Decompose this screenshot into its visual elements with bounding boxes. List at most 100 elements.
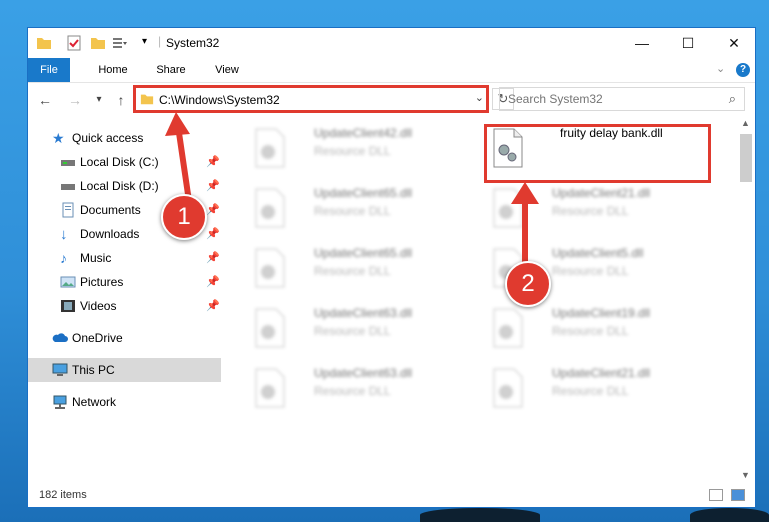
file-name: UpdateClient21.dll (552, 186, 651, 200)
title-separator: | (158, 34, 162, 48)
file-name: UpdateClient19.dll (552, 306, 651, 320)
sidebar-item-label: Downloads (80, 227, 140, 241)
sidebar-item-label: Pictures (80, 275, 124, 289)
address-path: C:\Windows\System32 (159, 93, 280, 107)
folder-icon (37, 38, 51, 49)
background-palm (690, 508, 769, 522)
music-icon: ♪ (60, 250, 67, 266)
file-name: UpdateClient65.dll (314, 246, 413, 260)
dll-file-icon (493, 128, 523, 168)
dll-file-icon (493, 368, 523, 408)
sidebar-item-onedrive[interactable]: OneDrive (28, 326, 221, 350)
file-type: Resource DLL (552, 324, 629, 338)
window-title: System32 (166, 36, 220, 50)
recent-locations-chevron-icon[interactable]: ▾ (90, 91, 108, 109)
file-name: UpdateClient63.dll (314, 366, 413, 380)
tab-share[interactable]: Share (148, 58, 194, 82)
background-palm (420, 508, 540, 522)
forward-arrow-icon[interactable]: → (66, 91, 84, 109)
explorer-window: ▾ | System32 — ☐ ✕ File Home Share View … (27, 27, 756, 508)
list-item[interactable]: UpdateClient65.dll Resource DLL (242, 244, 472, 296)
file-type: Resource DLL (314, 324, 391, 338)
search-input[interactable] (508, 92, 708, 106)
scroll-down-icon[interactable]: ▼ (741, 470, 750, 480)
file-name: UpdateClient21.dll (552, 366, 651, 380)
file-name: UpdateClient5.dll (552, 246, 644, 260)
address-bar[interactable]: C:\Windows\System32 ⌄ (135, 87, 489, 111)
sidebar-item-label: This PC (72, 363, 115, 377)
address-dropdown-icon[interactable]: ⌄ (475, 91, 484, 104)
sidebar-item-label: Local Disk (C:) (80, 155, 159, 169)
properties-icon[interactable] (66, 35, 82, 51)
sidebar-item-network[interactable]: Network (28, 390, 221, 414)
drive-icon (61, 184, 75, 190)
sidebar-item-label: Quick access (72, 131, 144, 145)
vertical-scrollbar[interactable]: ▲ ▼ (737, 118, 755, 484)
file-name: UpdateClient65.dll (314, 186, 413, 200)
sidebar-item-label: OneDrive (72, 331, 123, 345)
customize-toolbar-icon[interactable] (112, 35, 128, 51)
close-button[interactable]: ✕ (711, 28, 757, 58)
sidebar-item-label: Videos (80, 299, 117, 313)
dll-file-icon (255, 308, 285, 348)
file-name: fruity delay bank.dll (560, 126, 663, 140)
list-item[interactable]: UpdateClient63.dll Resource DLL (242, 304, 472, 356)
scrollbar-thumb[interactable] (740, 134, 752, 182)
sidebar-item-music[interactable]: ♪ Music 📌 (28, 246, 221, 270)
dll-file-icon (255, 188, 285, 228)
file-type: Resource DLL (552, 204, 629, 218)
cloud-icon (52, 333, 68, 342)
back-arrow-icon[interactable]: ← (36, 91, 54, 109)
file-name: UpdateClient42.dll (314, 126, 413, 140)
maximize-button[interactable]: ☐ (665, 28, 711, 58)
search-icon: ⌕ (728, 91, 736, 106)
tab-home[interactable]: Home (90, 58, 136, 82)
download-icon: ↓ (60, 226, 68, 243)
expand-ribbon-icon[interactable]: ⌄ (716, 62, 725, 75)
dll-file-icon (255, 368, 285, 408)
details-view-icon[interactable] (709, 489, 723, 501)
documents-icon (62, 202, 74, 218)
dll-file-icon (493, 308, 523, 348)
tab-file[interactable]: File (28, 58, 70, 82)
file-type: Resource DLL (314, 204, 391, 218)
list-item[interactable]: UpdateClient42.dll Resource DLL (242, 124, 472, 176)
file-name: UpdateClient63.dll (314, 306, 413, 320)
list-item[interactable]: UpdateClient65.dll Resource DLL (242, 184, 472, 236)
sidebar-item-label: Network (72, 395, 117, 409)
sidebar-item-label: Documents (80, 203, 141, 217)
pin-icon: 📌 (206, 276, 220, 288)
new-folder-icon[interactable] (90, 35, 106, 51)
large-icons-view-icon[interactable] (731, 489, 745, 501)
sidebar-item-this-pc[interactable]: This PC (28, 358, 221, 382)
status-bar: 182 items (28, 484, 755, 508)
scroll-up-icon[interactable]: ▲ (741, 118, 750, 128)
search-box[interactable]: ⌕ (499, 87, 745, 111)
title-bar: ▾ | System32 — ☐ ✕ (28, 28, 755, 58)
dll-file-icon (255, 128, 285, 168)
callout-1: 1 (161, 194, 207, 240)
list-item-fruity-delay-bank[interactable]: fruity delay bank.dll (480, 124, 710, 176)
quick-access-dropdown-icon[interactable]: ▾ (142, 36, 147, 47)
navigation-bar: ← → ▾ ↑ C:\Windows\System32 ⌄ ↻ ⌕ (28, 83, 755, 117)
sidebar-item-videos[interactable]: Videos 📌 (28, 294, 221, 318)
computer-icon (52, 363, 68, 376)
list-item[interactable]: UpdateClient19.dll Resource DLL (480, 304, 710, 356)
file-list: UpdateClient42.dll Resource DLL UpdateCl… (222, 118, 737, 478)
list-item[interactable]: UpdateClient63.dll Resource DLL (242, 364, 472, 416)
file-type: Resource DLL (314, 144, 391, 158)
help-icon[interactable]: ? (736, 63, 750, 77)
dll-file-icon (255, 248, 285, 288)
minimize-button[interactable]: — (619, 28, 665, 58)
tab-view[interactable]: View (204, 58, 250, 82)
sidebar-item-pictures[interactable]: Pictures 📌 (28, 270, 221, 294)
file-type: Resource DLL (552, 264, 629, 278)
file-type: Resource DLL (314, 264, 391, 278)
list-item[interactable]: UpdateClient21.dll Resource DLL (480, 364, 710, 416)
ribbon-tabs: File Home Share View ⌄ ? (28, 58, 755, 83)
videos-icon (61, 300, 75, 312)
pin-icon: 📌 (206, 300, 220, 312)
up-arrow-icon[interactable]: ↑ (112, 91, 130, 109)
folder-icon (140, 94, 154, 105)
item-count: 182 items (39, 489, 87, 501)
